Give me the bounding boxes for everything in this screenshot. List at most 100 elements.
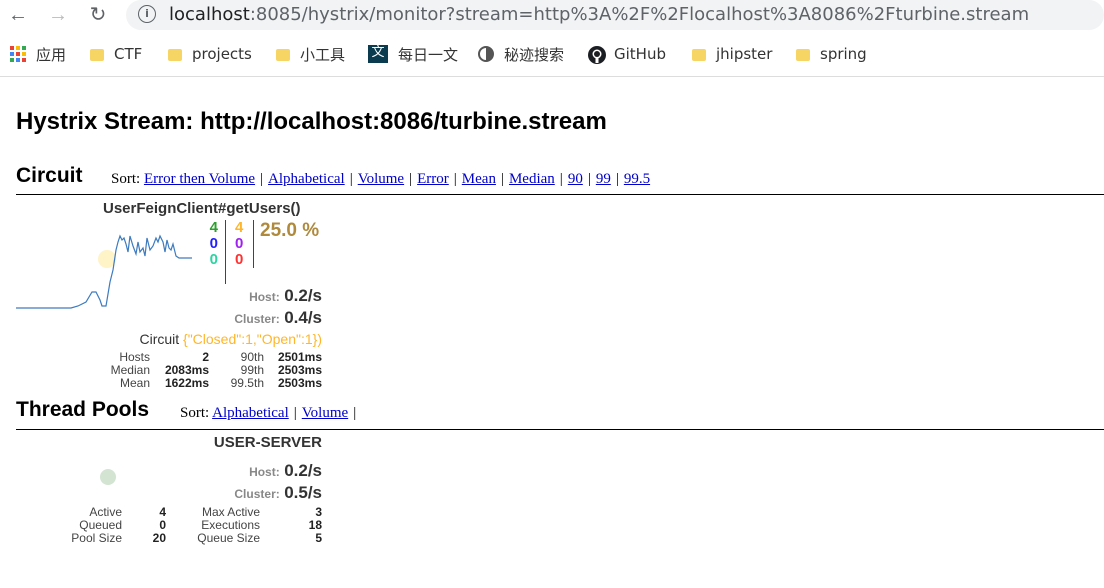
folder-icon [90, 49, 104, 61]
sort-99-link[interactable]: 99 [596, 171, 611, 187]
sort-90-link[interactable]: 90 [568, 171, 583, 187]
cluster-rate: 0.5/s [284, 483, 322, 502]
timeout-count: 4 [235, 219, 244, 236]
circuit-stat-labels-right: 90th 99th 99.5th [214, 351, 264, 390]
thread-pools-heading: Thread Pools [16, 398, 150, 421]
pool-size-label: Pool Size [71, 531, 122, 545]
sort-alphabetical-link[interactable]: Alphabetical [212, 405, 289, 421]
counts-divider [225, 220, 226, 284]
bookmark-label: 小工具 [300, 45, 346, 64]
bookmark-mijisou[interactable]: 秘迹搜索 [478, 44, 564, 64]
info-icon[interactable]: i [138, 5, 156, 23]
sort-separator: | [353, 405, 357, 421]
pool-stat-labels-left: Active Queued Pool Size [40, 506, 122, 545]
thread-pool-name: USER-SERVER [213, 434, 322, 451]
url-path: :8085/hystrix/monitor?stream=http%3A%2F%… [249, 4, 1030, 25]
sort-separator: | [293, 405, 297, 421]
pool-size-value: 20 [152, 531, 166, 545]
reload-icon[interactable]: ↻ [86, 3, 110, 27]
circuit-counts-left: 4 0 0 [208, 220, 218, 268]
bookmark-ctf[interactable]: CTF [90, 44, 142, 64]
cluster-label: Cluster: [234, 487, 280, 501]
bookmark-spring[interactable]: spring [796, 44, 867, 64]
pool-stat-values-right: 3 18 5 [280, 506, 322, 545]
bookmark-tools[interactable]: 小工具 [276, 44, 345, 64]
circuit-cluster-rate-row: Cluster: 0.4/s [200, 308, 322, 328]
failure-count: 0 [235, 251, 244, 268]
folder-icon [796, 49, 810, 61]
error-percentage: 25.0 % [260, 220, 320, 241]
sort-mean-link[interactable]: Mean [462, 171, 496, 187]
circuit-stat-values-right: 2501ms 2503ms 2503ms [264, 351, 322, 390]
sort-separator: | [615, 171, 619, 187]
sort-median-link[interactable]: Median [509, 171, 555, 187]
circuit-heading: Circuit [16, 164, 83, 187]
circuit-host-rate-row: Host: 0.2/s [200, 286, 322, 306]
bookmark-projects[interactable]: projects [168, 44, 252, 64]
sort-separator: | [409, 171, 413, 187]
circuit-status-row: Circuit {"Closed":1,"Open":1}) [100, 331, 322, 347]
circuit-sort-bar: Sort: Error then Volume | Alphabetical | Vol… [111, 171, 650, 188]
toolbar-divider [0, 76, 1104, 77]
folder-icon [692, 49, 706, 61]
circuit-counts-right: 4 0 0 [235, 220, 245, 268]
circuit-stat-values-left: 2 2083ms 1622ms [150, 351, 209, 390]
forward-arrow-icon[interactable]: → [46, 3, 70, 27]
back-arrow-icon[interactable]: ← [6, 3, 30, 27]
host-label: Host: [249, 290, 280, 304]
sort-separator: | [587, 171, 591, 187]
short-circuited-count: 0 [209, 235, 218, 252]
circuit-name: UserFeignClient#getUsers() [103, 200, 301, 217]
sort-separator: | [559, 171, 563, 187]
sort-error-link[interactable]: Error [417, 171, 449, 187]
thread-pool-health-bubble [100, 469, 116, 485]
bookmark-apps[interactable]: 应用 [10, 44, 66, 64]
cluster-rate: 0.4/s [284, 308, 322, 327]
sort-volume-link[interactable]: Volume [358, 171, 404, 187]
bookmark-label: CTF [114, 45, 143, 63]
rejected-count: 0 [235, 235, 244, 252]
bookmark-label: 每日一文 [398, 45, 459, 64]
bookmark-label: projects [192, 45, 252, 63]
sort-alphabetical-link[interactable]: Alphabetical [268, 171, 345, 187]
p995-value: 2503ms [277, 376, 322, 390]
pool-host-rate-row: Host: 0.2/s [200, 461, 322, 481]
bookmark-jhipster[interactable]: jhipster [692, 44, 772, 64]
queue-size-value: 5 [315, 531, 322, 545]
circuit-sparkline [16, 234, 192, 309]
bookmark-daily-article[interactable]: 文 每日一文 [368, 44, 458, 64]
sort-label: Sort: [180, 405, 210, 421]
host-rate: 0.2/s [284, 461, 322, 480]
url-text[interactable]: localhost:8085/hystrix/monitor?stream=ht… [169, 4, 1029, 25]
pool-stat-values-left: 4 0 20 [130, 506, 166, 545]
bookmark-label: 秘迹搜索 [504, 45, 565, 64]
queue-size-label: Queue Size [197, 531, 260, 545]
sort-separator: | [349, 171, 353, 187]
bookmark-label: jhipster [716, 45, 773, 63]
bookmarks-bar: 应用 CTF projects 小工具 文 每日一文 秘迹搜索 GitHub j… [0, 38, 1104, 70]
apps-grid-icon [10, 46, 26, 62]
host-label: Host: [249, 465, 280, 479]
folder-icon [276, 49, 290, 61]
cluster-label: Cluster: [234, 312, 280, 326]
thread-pools-divider [16, 429, 1104, 430]
sort-error-then-volume-link[interactable]: Error then Volume [144, 171, 255, 187]
bookmark-github[interactable]: GitHub [588, 44, 666, 64]
sort-99-5-link[interactable]: 99.5 [624, 171, 650, 187]
github-icon [588, 46, 606, 64]
bookmark-label: 应用 [36, 45, 67, 64]
host-rate: 0.2/s [284, 286, 322, 305]
circuit-stat-labels-left: Hosts Median Mean [60, 351, 150, 390]
pool-cluster-rate-row: Cluster: 0.5/s [200, 483, 322, 503]
mean-value: 1622ms [164, 376, 209, 390]
folder-icon [168, 49, 182, 61]
address-bar[interactable]: i localhost:8085/hystrix/monitor?stream=… [126, 0, 1104, 30]
sort-volume-link[interactable]: Volume [302, 405, 348, 421]
sort-separator: | [500, 171, 504, 187]
url-host: localhost [169, 4, 250, 25]
circuit-divider [16, 194, 1104, 195]
mijisou-logo-icon [478, 46, 494, 62]
bad-request-count: 0 [209, 251, 218, 268]
wen-logo-icon: 文 [368, 45, 388, 63]
success-count: 4 [209, 219, 218, 236]
